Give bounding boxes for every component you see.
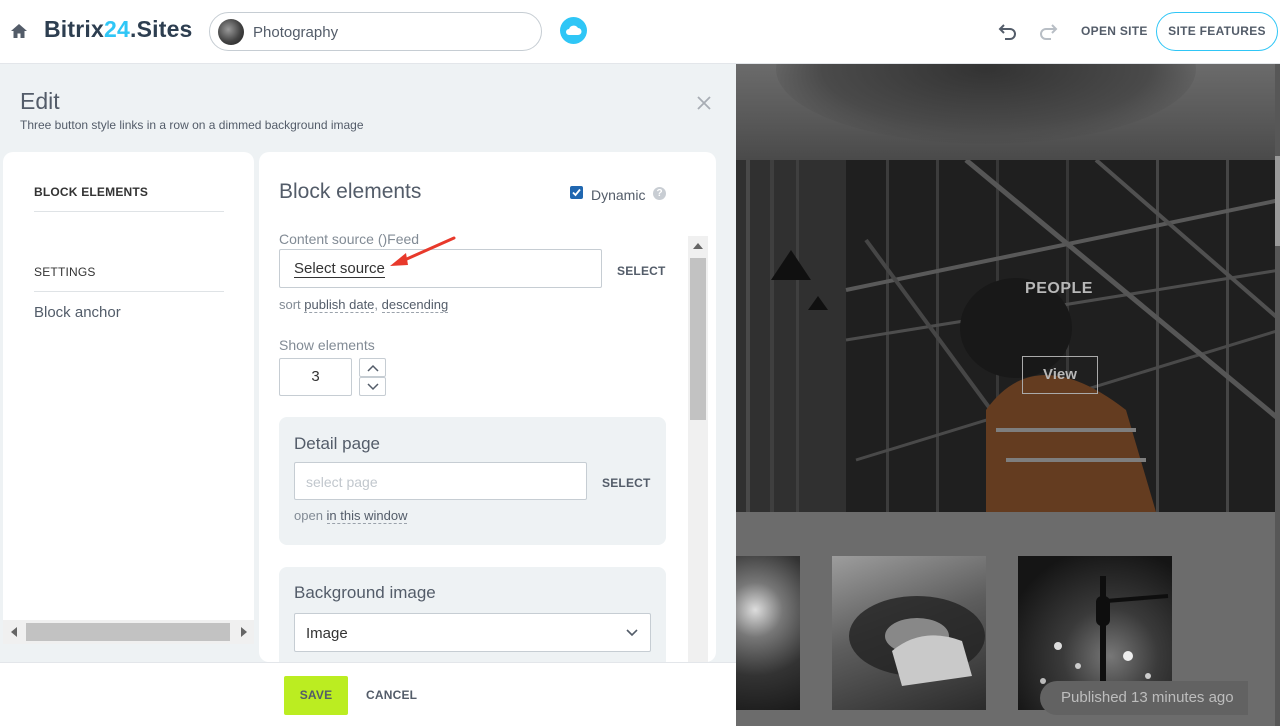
- site-preview: PEOPLE View Published 13 minutes ago: [736, 64, 1280, 726]
- preview-view-button[interactable]: View: [1022, 356, 1098, 394]
- open-target-setting: open in this window: [294, 508, 408, 524]
- edit-sidebar: BLOCK ELEMENTS SETTINGS Block anchor: [3, 152, 254, 644]
- dynamic-label[interactable]: Dynamic: [591, 187, 645, 203]
- home-icon[interactable]: [10, 22, 28, 40]
- sidebar-item-block-elements[interactable]: BLOCK ELEMENTS: [34, 185, 148, 199]
- show-elements-label: Show elements: [279, 337, 375, 353]
- scroll-right-icon[interactable]: [241, 627, 247, 637]
- decrement-button[interactable]: [359, 377, 386, 396]
- horizontal-scrollbar[interactable]: [3, 620, 254, 644]
- site-features-button[interactable]: SITE FEATURES: [1156, 12, 1278, 51]
- show-elements-input[interactable]: 3: [279, 358, 352, 396]
- site-avatar: [218, 19, 244, 45]
- page-scrollbar[interactable]: [1275, 64, 1280, 726]
- published-badge: Published 13 minutes ago: [1040, 681, 1248, 715]
- background-image-title: Background image: [294, 583, 436, 602]
- scroll-left-icon[interactable]: [11, 627, 17, 637]
- background-image-section: Background image Image: [279, 567, 666, 662]
- scroll-thumb[interactable]: [1275, 156, 1280, 246]
- sidebar-item-block-anchor[interactable]: Block anchor: [34, 304, 121, 321]
- undo-icon[interactable]: [998, 22, 1018, 45]
- form-title: Block elements: [279, 180, 422, 203]
- brand-logo[interactable]: Bitrix24.Sites: [44, 16, 193, 43]
- cancel-button[interactable]: CANCEL: [366, 688, 417, 702]
- edit-subtitle: Three button style links in a row on a d…: [20, 118, 364, 132]
- vertical-scrollbar[interactable]: [688, 236, 708, 708]
- detail-page-input[interactable]: select page: [294, 462, 587, 500]
- scroll-thumb[interactable]: [26, 623, 230, 641]
- scroll-up-icon[interactable]: [693, 243, 703, 249]
- preview-top-image: [736, 64, 1280, 160]
- hero-background-image: [736, 160, 1280, 512]
- top-bar: Bitrix24.Sites Photography OPEN SITE SIT…: [0, 0, 1280, 64]
- open-target-link[interactable]: in this window: [326, 508, 408, 524]
- background-type-select[interactable]: Image: [294, 613, 651, 652]
- detail-page-title: Detail page: [294, 434, 381, 453]
- edit-footer: SAVE CANCEL: [0, 662, 736, 726]
- chevron-down-icon: [626, 629, 638, 637]
- open-site-link[interactable]: OPEN SITE: [1081, 24, 1148, 38]
- divider: [34, 291, 224, 292]
- increment-button[interactable]: [359, 358, 386, 377]
- block-elements-form: Block elements Dynamic ? Content source …: [259, 152, 716, 662]
- sidebar-item-settings[interactable]: SETTINGS: [34, 265, 96, 279]
- detail-page-placeholder: select page: [306, 474, 378, 490]
- dynamic-checkbox[interactable]: [570, 186, 583, 199]
- sort-field-link[interactable]: publish date: [304, 297, 375, 313]
- scroll-thumb[interactable]: [690, 258, 706, 420]
- edit-title: Edit: [20, 88, 60, 114]
- site-selector[interactable]: Photography: [209, 12, 542, 51]
- sort-settings: sort publish date, descending: [279, 297, 449, 313]
- sort-order-link[interactable]: descending: [381, 297, 449, 313]
- content-source-select-button[interactable]: SELECT: [617, 264, 666, 278]
- divider: [34, 211, 224, 212]
- close-icon[interactable]: [697, 96, 711, 115]
- annotation-arrow-icon: [390, 236, 456, 266]
- save-button[interactable]: SAVE: [284, 676, 348, 715]
- redo-icon[interactable]: [1038, 22, 1058, 45]
- detail-page-select-button[interactable]: SELECT: [602, 476, 651, 490]
- site-name: Photography: [253, 24, 339, 41]
- content-source-value[interactable]: Select source: [294, 261, 385, 278]
- edit-panel: Edit Three button style links in a row o…: [0, 64, 736, 726]
- gallery-image[interactable]: [832, 556, 986, 710]
- detail-page-section: Detail page select page SELECT open in t…: [279, 417, 666, 545]
- cloud-icon[interactable]: [560, 17, 587, 44]
- gallery-image[interactable]: [736, 556, 800, 710]
- help-icon[interactable]: ?: [653, 187, 666, 200]
- preview-people-heading: PEOPLE: [1025, 280, 1093, 297]
- background-type-value: Image: [306, 625, 348, 642]
